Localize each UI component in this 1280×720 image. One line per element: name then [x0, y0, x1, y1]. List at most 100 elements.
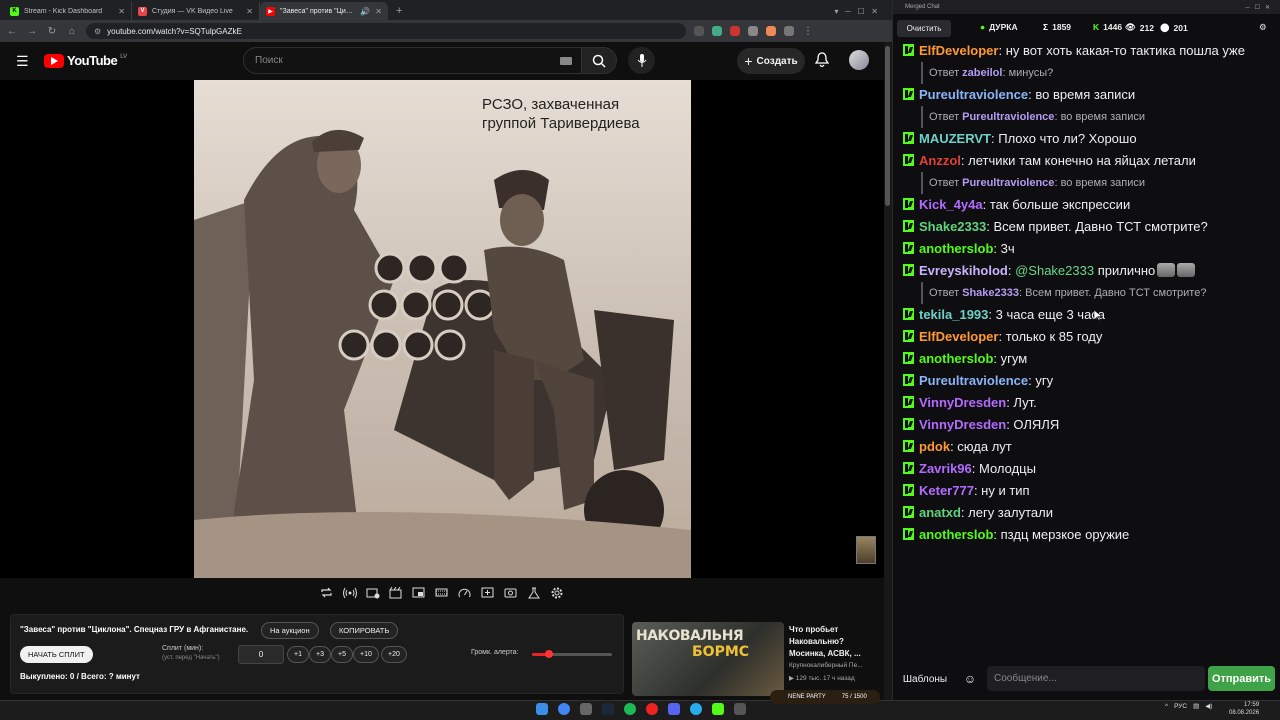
chat-settings-icon[interactable]: ⚙: [1259, 22, 1267, 33]
recommended-video-title[interactable]: Что пробьет Наковальню? Мосинка, АСВК, .…: [789, 624, 881, 660]
chat-message[interactable]: tekila_1993: 3 часа еще 3 часа: [897, 304, 1275, 326]
chat-username[interactable]: tekila_1993: [919, 307, 988, 322]
chat-username[interactable]: VinnyDresden: [919, 417, 1006, 432]
extension-icon[interactable]: [730, 26, 740, 36]
keyboard-icon[interactable]: [560, 56, 572, 65]
broadcast-icon[interactable]: [341, 584, 358, 601]
spotify-icon[interactable]: [624, 703, 636, 715]
avatar[interactable]: [849, 50, 869, 70]
extension-icon[interactable]: [766, 26, 776, 36]
chat-username[interactable]: anotherslob: [919, 241, 993, 256]
chat-username[interactable]: Shake2333: [919, 219, 986, 234]
chat-username[interactable]: MAUZERVT: [919, 131, 991, 146]
increment-button[interactable]: +1: [287, 646, 309, 663]
zoom-icon[interactable]: [694, 26, 704, 36]
steam-icon[interactable]: [602, 703, 614, 715]
increment-button[interactable]: +20: [381, 646, 407, 663]
clapperboard-icon[interactable]: [387, 584, 404, 601]
chat-username[interactable]: Zavrik96: [919, 461, 972, 476]
chat-message[interactable]: pdok: сюда лут: [897, 436, 1275, 458]
windows-start-icon[interactable]: [536, 703, 548, 715]
window-controls[interactable]: ▾ ─ ☐ ✕: [834, 7, 878, 16]
chat-message[interactable]: VinnyDresden: ОЛЯЛЯ: [897, 414, 1275, 436]
chrome-icon[interactable]: [558, 703, 570, 715]
increment-button[interactable]: +10: [353, 646, 379, 663]
discord-icon[interactable]: [668, 703, 680, 715]
send-button[interactable]: Отправить: [1208, 666, 1275, 691]
emoji-icon[interactable]: ☺: [958, 668, 982, 690]
chat-username[interactable]: Kick_4y4a: [919, 197, 983, 212]
chat-username[interactable]: pdok: [919, 439, 950, 454]
chat-message[interactable]: Anzzol: летчики там конечно на яйцах лет…: [897, 150, 1275, 172]
nene-party-widget[interactable]: NENE PARTY 75 / 1500: [770, 690, 880, 704]
chat-username[interactable]: anotherslob: [919, 351, 993, 366]
chat-reply-quote[interactable]: Ответ Shake2333: Всем привет. Давно ТСТ с…: [921, 282, 1275, 304]
reply-username[interactable]: Pureultraviolence: [962, 172, 1054, 194]
scrollbar-thumb[interactable]: [885, 46, 890, 206]
chat-username[interactable]: Anzzol: [919, 153, 961, 168]
chat-username[interactable]: Pureultraviolence: [919, 87, 1028, 102]
tab-close-icon[interactable]: ✕: [246, 7, 253, 16]
app-icon[interactable]: [580, 703, 592, 715]
alert-volume-handle[interactable]: [545, 650, 553, 658]
chat-username[interactable]: ElfDeveloper: [919, 43, 998, 58]
new-tab-icon[interactable]: +: [396, 5, 402, 17]
chat-message[interactable]: anotherslob: пздц мерзкое оружие: [897, 524, 1275, 546]
chat-reply-quote[interactable]: Ответ Pureultraviolence: во время записи: [921, 106, 1275, 128]
search-input[interactable]: Поиск: [243, 47, 583, 74]
chat-mention[interactable]: @Shake2333: [1015, 263, 1094, 278]
chat-message[interactable]: ElfDeveloper: только к 85 году: [897, 326, 1275, 348]
tab-kick-dashboard[interactable]: K Stream - Kick Dashboard ✕: [4, 2, 132, 20]
clear-chat-button[interactable]: Очистить: [897, 20, 951, 37]
network-icon[interactable]: ▤: [1193, 702, 1199, 710]
chat-message-list[interactable]: ElfDeveloper: ну вот хоть какая-то такти…: [897, 40, 1275, 546]
create-button[interactable]: + Создать: [737, 48, 805, 74]
flask-icon[interactable]: [525, 584, 542, 601]
extension-icon[interactable]: [712, 26, 722, 36]
chat-reply-quote[interactable]: Ответ zabeilol: минусы?: [921, 62, 1275, 84]
reply-username[interactable]: zabeilol: [962, 62, 1002, 84]
chat-message[interactable]: ElfDeveloper: ну вот хоть какая-то такти…: [897, 40, 1275, 62]
forward-icon[interactable]: →: [26, 26, 38, 37]
tab-close-icon[interactable]: ✕: [118, 7, 125, 16]
chat-message[interactable]: anatxd: легу залутали: [897, 502, 1275, 524]
youtube-logo[interactable]: YouTube LV: [44, 53, 127, 68]
chat-message[interactable]: Kick_4y4a: так больше экспрессии: [897, 194, 1275, 216]
start-split-button[interactable]: НАЧАТЬ СПЛИТ: [20, 646, 93, 663]
home-icon[interactable]: ⌂: [66, 26, 78, 37]
chat-reply-quote[interactable]: Ответ Pureultraviolence: во время записи: [921, 172, 1275, 194]
profile-icon[interactable]: [784, 26, 794, 36]
chat-username[interactable]: ElfDeveloper: [919, 329, 998, 344]
chat-message[interactable]: anotherslob: 3ч: [897, 238, 1275, 260]
split-minutes-input[interactable]: 0: [238, 645, 284, 664]
tab-youtube-video[interactable]: ▶ "Завеса" против "Циклона" 🔊 ✕: [260, 2, 388, 20]
telegram-icon[interactable]: [690, 703, 702, 715]
chat-message[interactable]: anotherslob: угум: [897, 348, 1275, 370]
reload-icon[interactable]: ↻: [46, 26, 58, 37]
cinema-mode-icon[interactable]: [433, 584, 450, 601]
chat-username[interactable]: VinnyDresden: [919, 395, 1006, 410]
chat-username[interactable]: Pureultraviolence: [919, 373, 1028, 388]
chat-message[interactable]: Pureultraviolence: во время записи: [897, 84, 1275, 106]
picture-in-picture-icon[interactable]: [410, 584, 427, 601]
chat-message[interactable]: VinnyDresden: Лут.: [897, 392, 1275, 414]
loop-icon[interactable]: [318, 584, 335, 601]
url-field[interactable]: ⚙ youtube.com/watch?v=SQTulpGAZkE: [86, 23, 686, 39]
templates-button[interactable]: Шаблоны: [897, 668, 953, 690]
chat-message[interactable]: Shake2333: Всем привет. Давно ТСТ смотри…: [897, 216, 1275, 238]
increment-button[interactable]: +5: [331, 646, 353, 663]
extension-icon[interactable]: [748, 26, 758, 36]
chat-message[interactable]: Keter777: ну и тип: [897, 480, 1275, 502]
settings-gear-icon[interactable]: [548, 584, 565, 601]
notifications-bell-icon[interactable]: [815, 52, 829, 68]
clock[interactable]: 17:59 08.08.2026: [1229, 701, 1259, 717]
to-auction-button[interactable]: На аукцион: [261, 622, 319, 639]
chat-message[interactable]: Pureultraviolence: угу: [897, 370, 1275, 392]
volume-icon[interactable]: ◀): [1205, 702, 1212, 710]
chat-username[interactable]: Evreyskiholod: [919, 263, 1008, 278]
app-icon[interactable]: [646, 703, 658, 715]
app-icon[interactable]: [734, 703, 746, 715]
reply-username[interactable]: Shake2333: [962, 282, 1019, 304]
chat-message[interactable]: Zavrik96: Молодцы: [897, 458, 1275, 480]
chat-message-input[interactable]: Сообщение...: [987, 666, 1205, 691]
